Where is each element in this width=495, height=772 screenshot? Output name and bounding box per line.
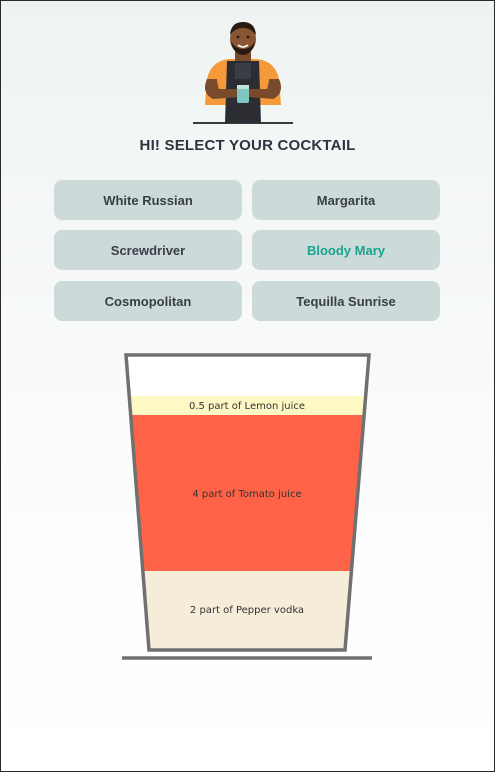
bartender-illustration — [193, 22, 293, 124]
cocktail-button-margarita[interactable]: Margarita — [252, 180, 440, 220]
cocktail-glass: 0.5 part of Lemon juice 4 part of Tomato… — [122, 353, 372, 660]
cocktail-button-white-russian[interactable]: White Russian — [54, 180, 242, 220]
cocktail-button-tequilla-sunrise[interactable]: Tequilla Sunrise — [252, 281, 440, 321]
cocktail-button-screwdriver[interactable]: Screwdriver — [54, 230, 242, 270]
cocktail-button-bloody-mary[interactable]: Bloody Mary — [252, 230, 440, 270]
layer-label-pepper-vodka: 2 part of Pepper vodka — [190, 605, 304, 616]
layer-label-tomato-juice: 4 part of Tomato juice — [192, 489, 301, 500]
layer-label-lemon-juice: 0.5 part of Lemon juice — [189, 401, 305, 412]
cocktail-button-cosmopolitan[interactable]: Cosmopolitan — [54, 281, 242, 321]
page-title: HI! SELECT YOUR COCKTAIL — [139, 137, 356, 154]
